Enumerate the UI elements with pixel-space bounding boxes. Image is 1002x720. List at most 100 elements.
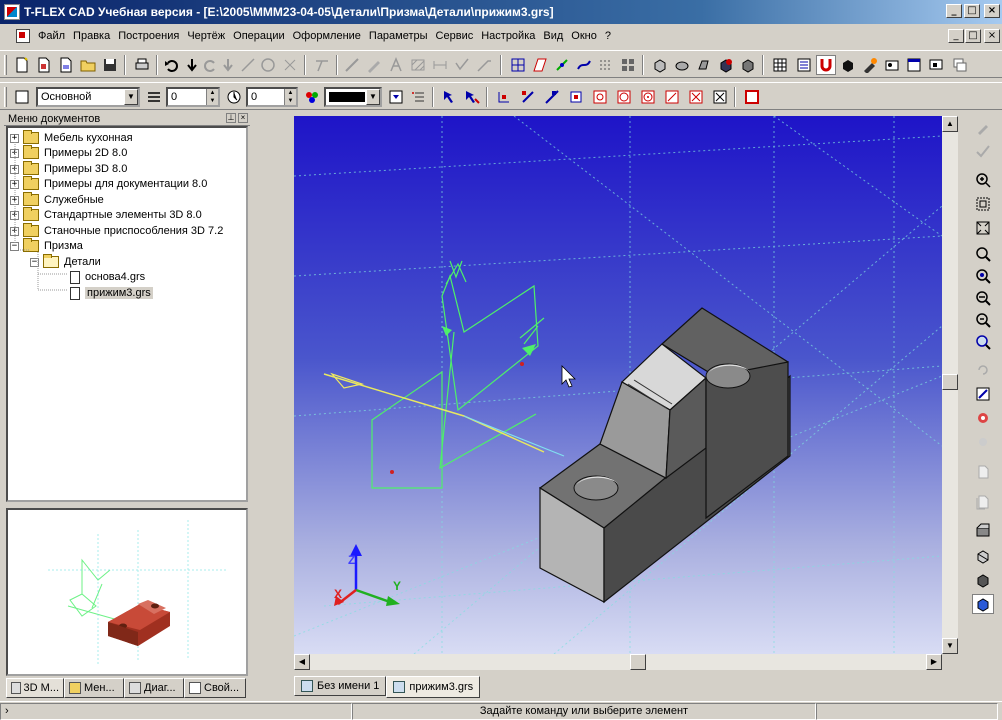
- level-field[interactable]: 0 ▲ ▼: [166, 87, 220, 107]
- tab-3d-model[interactable]: 3D М...: [6, 678, 64, 698]
- window-icon[interactable]: [904, 55, 924, 75]
- magnet-icon[interactable]: [816, 55, 836, 75]
- pencil-gray-icon[interactable]: [972, 118, 994, 138]
- 3d-node-icon[interactable]: [552, 55, 572, 75]
- text-icon[interactable]: [386, 55, 406, 75]
- roughness-icon[interactable]: [452, 55, 472, 75]
- scroll-up-icon[interactable]: ▲: [942, 116, 958, 132]
- paint-icon[interactable]: [860, 55, 880, 75]
- zoom-prev-icon[interactable]: [972, 288, 994, 308]
- menu-edit[interactable]: Правка: [69, 30, 114, 42]
- sketch-3d-icon[interactable]: [596, 55, 616, 75]
- scroll-down-icon[interactable]: ▼: [942, 638, 958, 654]
- open-folder-icon[interactable]: [78, 55, 98, 75]
- horizontal-scroll-thumb[interactable]: [630, 654, 646, 670]
- menu-settings[interactable]: Настройка: [477, 30, 539, 42]
- vertical-scrollbar[interactable]: ▲ ▼: [942, 116, 958, 654]
- save-icon[interactable]: [100, 55, 120, 75]
- scroll-right-icon[interactable]: ▶: [926, 654, 942, 670]
- horizontal-scrollbar[interactable]: ◀ ▶: [294, 654, 942, 670]
- fragment-icon[interactable]: [508, 55, 528, 75]
- hatch-icon[interactable]: [408, 55, 428, 75]
- print-icon[interactable]: [132, 55, 152, 75]
- tab-diagnostics[interactable]: Диаг...: [124, 678, 184, 698]
- select-arrow-icon[interactable]: [440, 87, 460, 107]
- fillet-icon[interactable]: [738, 55, 758, 75]
- menu-service[interactable]: Сервис: [432, 30, 478, 42]
- minimize-button[interactable]: _: [946, 4, 962, 18]
- check-gray-icon[interactable]: [972, 142, 994, 162]
- view-3d-icon[interactable]: [972, 384, 994, 404]
- boolean-icon[interactable]: [716, 55, 736, 75]
- new-3d-icon[interactable]: [34, 55, 54, 75]
- undo-icon[interactable]: [162, 55, 182, 75]
- pencil-icon[interactable]: [364, 55, 384, 75]
- priority-field[interactable]: 0 ▲ ▼: [246, 87, 298, 107]
- light-gray-icon[interactable]: [972, 432, 994, 452]
- loft-icon[interactable]: [694, 55, 714, 75]
- workplane-icon[interactable]: [530, 55, 550, 75]
- node-icon[interactable]: [280, 55, 300, 75]
- construction-lines-icon[interactable]: [312, 55, 332, 75]
- snap-face-icon[interactable]: [566, 87, 586, 107]
- rotate-gray-icon[interactable]: [972, 360, 994, 380]
- zoom-window-icon[interactable]: [972, 194, 994, 214]
- chevron-down-icon[interactable]: ▼: [366, 89, 380, 105]
- table-icon[interactable]: [770, 55, 790, 75]
- 3d-path-icon[interactable]: [574, 55, 594, 75]
- snap-line-icon[interactable]: [518, 87, 538, 107]
- menu-annotation[interactable]: Оформление: [289, 30, 365, 42]
- new-template-icon[interactable]: [56, 55, 76, 75]
- pages-gray-icon[interactable]: [972, 492, 994, 512]
- menu-file[interactable]: Файл: [34, 30, 69, 42]
- snap-tangent-icon[interactable]: [662, 87, 682, 107]
- material-icon[interactable]: [838, 55, 858, 75]
- scroll-left-icon[interactable]: ◀: [294, 654, 310, 670]
- zoom-in-icon[interactable]: [972, 170, 994, 190]
- shaded-icon[interactable]: [972, 570, 994, 590]
- zoom-extents-icon[interactable]: [972, 218, 994, 238]
- pan-icon[interactable]: [972, 332, 994, 352]
- menu-drawing[interactable]: Чертёж: [183, 30, 229, 42]
- menu-construct[interactable]: Построения: [114, 30, 183, 42]
- level-spinner[interactable]: ▲ ▼: [206, 89, 218, 105]
- tab-untitled[interactable]: Без имени 1: [294, 676, 387, 696]
- grid-icon[interactable]: [618, 55, 638, 75]
- tab-properties[interactable]: Свой...: [184, 678, 246, 698]
- chevron-down-icon[interactable]: ▼: [124, 89, 138, 105]
- priority-spinner[interactable]: ▲ ▼: [284, 89, 296, 105]
- color-combo[interactable]: ▼: [324, 87, 382, 107]
- section-icon[interactable]: [972, 546, 994, 566]
- menu-view[interactable]: Вид: [539, 30, 567, 42]
- menu-help[interactable]: ?: [601, 30, 615, 42]
- list-icon[interactable]: [408, 87, 428, 107]
- close-button[interactable]: ×: [984, 4, 1000, 18]
- snap-circle-icon[interactable]: [614, 87, 634, 107]
- tab-prizhim3[interactable]: прижим3.grs: [386, 676, 481, 698]
- rotate-icon[interactable]: [672, 55, 692, 75]
- tab-doc-menu[interactable]: Мен...: [64, 678, 124, 698]
- arrow-down-icon[interactable]: [182, 55, 202, 75]
- layer-combo[interactable]: Основной ▼: [36, 87, 140, 107]
- zoom-icon[interactable]: [972, 244, 994, 264]
- close-icon[interactable]: ×: [238, 113, 248, 123]
- options-icon[interactable]: [882, 55, 902, 75]
- page-gray-icon[interactable]: [972, 462, 994, 482]
- snap-arc-icon[interactable]: [638, 87, 658, 107]
- doc-close-button[interactable]: ×: [984, 29, 1000, 43]
- maximize-button[interactable]: □: [964, 4, 980, 18]
- snap-center-icon[interactable]: [590, 87, 610, 107]
- redo-icon[interactable]: [200, 55, 220, 75]
- cascade-icon[interactable]: [950, 55, 970, 75]
- sketch-icon[interactable]: [342, 55, 362, 75]
- 3d-viewport[interactable]: Z Y X: [294, 116, 942, 654]
- select-filter-icon[interactable]: [462, 87, 482, 107]
- document-icon[interactable]: [16, 29, 30, 43]
- doc-minimize-button[interactable]: _: [948, 29, 964, 43]
- snap-edge-icon[interactable]: [542, 87, 562, 107]
- screen-icon[interactable]: [926, 55, 946, 75]
- dropdown-box-icon[interactable]: [386, 87, 406, 107]
- vertical-scroll-thumb[interactable]: [942, 374, 958, 390]
- leader-icon[interactable]: [474, 55, 494, 75]
- line-icon[interactable]: [238, 55, 258, 75]
